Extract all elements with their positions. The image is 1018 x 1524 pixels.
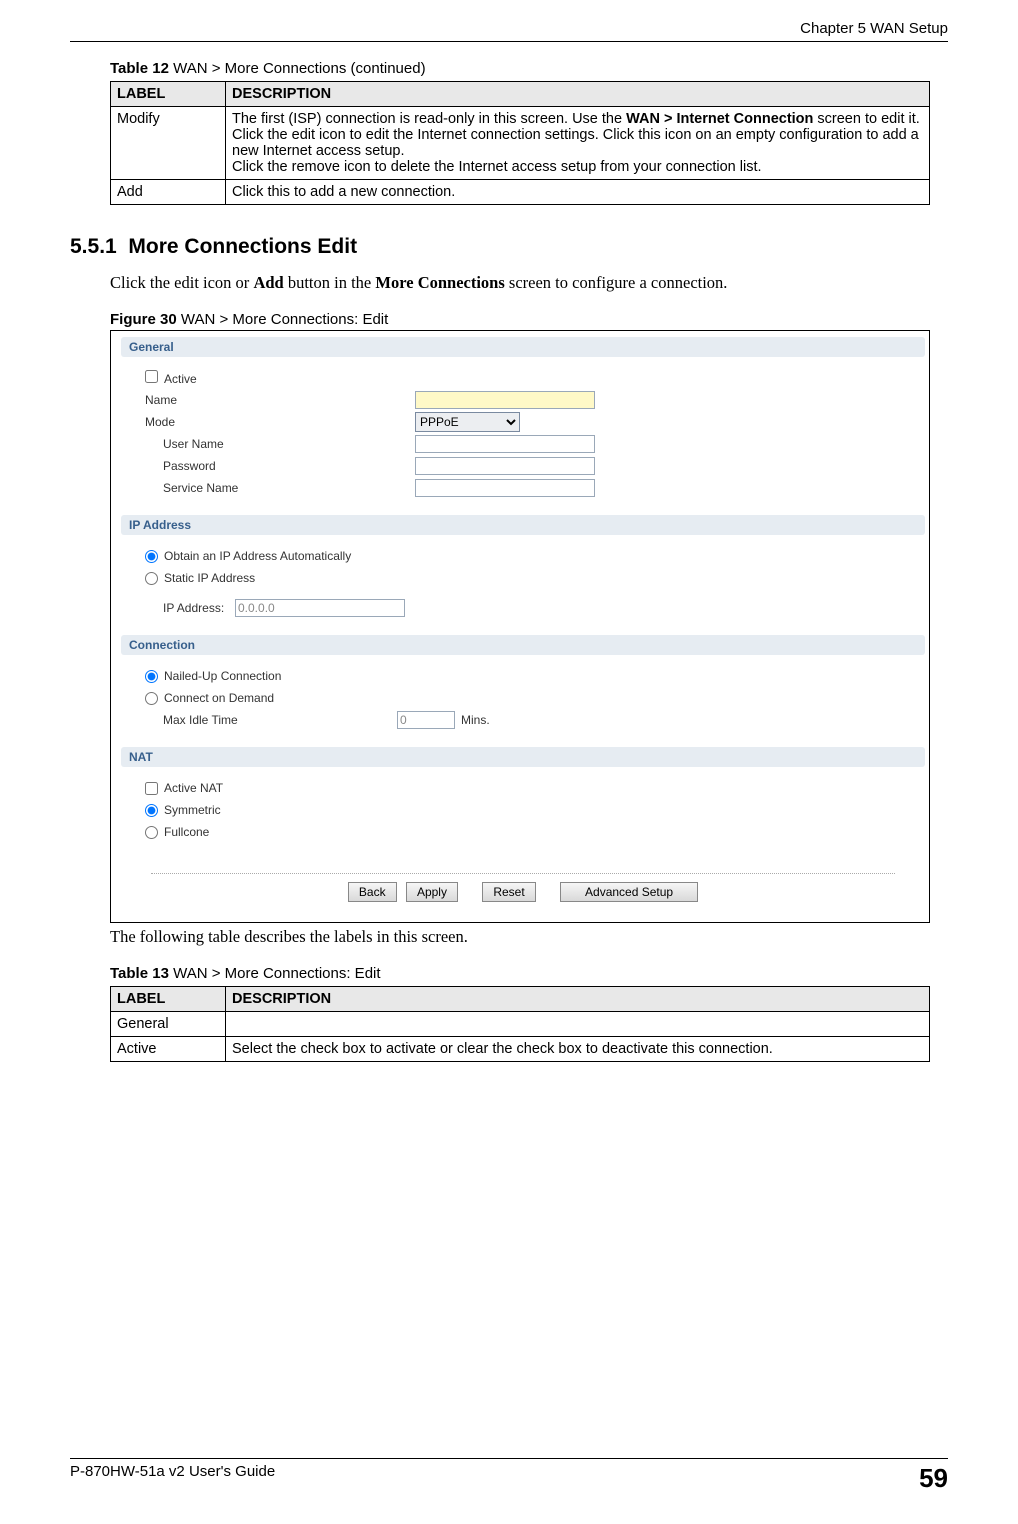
ip-static-radio[interactable]	[145, 572, 158, 585]
table13-row0-label: General	[111, 1012, 226, 1037]
table-row: Active Select the check box to activate …	[111, 1037, 930, 1062]
table12-header-row: LABEL DESCRIPTION	[111, 82, 930, 107]
section-title: More Connections Edit	[128, 235, 357, 258]
reset-button[interactable]: Reset	[482, 882, 535, 902]
advanced-setup-button[interactable]: Advanced Setup	[560, 882, 698, 902]
table-row: Modify The first (ISP) connection is rea…	[111, 107, 930, 180]
mode-label: Mode	[145, 415, 415, 429]
table13-row0-desc	[226, 1012, 930, 1037]
section-bar-nat: NAT	[121, 747, 925, 767]
table12-row1-label: Add	[111, 180, 226, 205]
section-bar-general: General	[121, 337, 925, 357]
ip-static-label: Static IP Address	[164, 571, 255, 585]
text: Click the edit icon or	[110, 273, 253, 292]
table12-row0-desc: The first (ISP) connection is read-only …	[226, 107, 930, 180]
text: Click the edit icon to edit the Internet…	[232, 127, 919, 159]
section-bar-connection: Connection	[121, 635, 925, 655]
section-intro: Click the edit icon or Add button in the…	[110, 273, 948, 293]
figure-caption: Figure 30 WAN > More Connections: Edit	[110, 311, 948, 328]
table13-header-row: LABEL DESCRIPTION	[111, 987, 930, 1012]
on-demand-label: Connect on Demand	[164, 691, 274, 705]
section-bar-ip: IP Address	[121, 515, 925, 535]
ip-auto-radio[interactable]	[145, 550, 158, 563]
footer-rule	[70, 1458, 948, 1459]
text: The first (ISP) connection is read-only …	[232, 111, 626, 127]
text: Active	[164, 372, 197, 386]
name-label: Name	[145, 393, 415, 407]
on-demand-radio[interactable]	[145, 692, 158, 705]
ip-address-input[interactable]	[235, 599, 405, 617]
table12-head-label: LABEL	[111, 82, 226, 107]
ip-auto-label: Obtain an IP Address Automatically	[164, 549, 351, 563]
page-footer: P-870HW-51a v2 User's Guide 59	[70, 1454, 948, 1494]
header-rule	[70, 41, 948, 42]
text-bold: Add	[253, 273, 283, 292]
back-button[interactable]: Back	[348, 882, 397, 902]
idle-unit-label: Mins.	[461, 713, 490, 727]
table13-head-desc: DESCRIPTION	[226, 987, 930, 1012]
active-nat-label: Active NAT	[164, 781, 223, 795]
figure-caption-rest: WAN > More Connections: Edit	[177, 311, 389, 328]
after-figure-text: The following table describes the labels…	[110, 927, 948, 947]
table12-head-desc: DESCRIPTION	[226, 82, 930, 107]
max-idle-input[interactable]	[397, 711, 455, 729]
section-heading: 5.5.1 More Connections Edit	[70, 235, 948, 259]
table13-caption-rest: WAN > More Connections: Edit	[169, 965, 381, 982]
table12-row0-label: Modify	[111, 107, 226, 180]
text: screen to edit it.	[813, 111, 919, 127]
page-number: 59	[919, 1463, 948, 1494]
name-input[interactable]	[415, 391, 595, 409]
active-nat-checkbox[interactable]	[145, 782, 158, 795]
service-name-input[interactable]	[415, 479, 595, 497]
max-idle-label: Max Idle Time	[145, 713, 397, 727]
table12-row1-desc: Click this to add a new connection.	[226, 180, 930, 205]
text-bold: WAN > Internet Connection	[626, 111, 813, 127]
table13-caption: Table 13 WAN > More Connections: Edit	[110, 965, 948, 982]
active-checkbox[interactable]	[145, 370, 158, 383]
table12-caption-num: Table 12	[110, 60, 169, 77]
table-row: Add Click this to add a new connection.	[111, 180, 930, 205]
button-row: Back Apply Reset Advanced Setup	[151, 873, 895, 902]
text: button in the	[284, 273, 376, 292]
table13-caption-num: Table 13	[110, 965, 169, 982]
figure-screenshot: General Active Name Mode PPPoE User Name…	[110, 330, 930, 923]
figure-caption-num: Figure 30	[110, 311, 177, 328]
guide-name: P-870HW-51a v2 User's Guide	[70, 1463, 275, 1494]
text: Click the remove icon to delete the Inte…	[232, 159, 762, 175]
symmetric-radio[interactable]	[145, 804, 158, 817]
table-row: General	[111, 1012, 930, 1037]
table12: LABEL DESCRIPTION Modify The first (ISP)…	[110, 81, 930, 205]
password-input[interactable]	[415, 457, 595, 475]
fullcone-label: Fullcone	[164, 825, 209, 839]
ip-address-label: IP Address:	[145, 601, 235, 615]
symmetric-label: Symmetric	[164, 803, 221, 817]
text-bold: More Connections	[375, 273, 504, 292]
table13-row1-label: Active	[111, 1037, 226, 1062]
username-label: User Name	[145, 437, 415, 451]
nailed-up-radio[interactable]	[145, 670, 158, 683]
password-label: Password	[145, 459, 415, 473]
text: screen to configure a connection.	[505, 273, 728, 292]
service-name-label: Service Name	[145, 481, 415, 495]
active-label: Active	[145, 370, 415, 386]
table12-caption: Table 12 WAN > More Connections (continu…	[110, 60, 948, 77]
mode-select[interactable]: PPPoE	[415, 412, 520, 432]
table13: LABEL DESCRIPTION General Active Select …	[110, 986, 930, 1062]
apply-button[interactable]: Apply	[406, 882, 458, 902]
username-input[interactable]	[415, 435, 595, 453]
section-number: 5.5.1	[70, 235, 117, 258]
fullcone-radio[interactable]	[145, 826, 158, 839]
nailed-up-label: Nailed-Up Connection	[164, 669, 281, 683]
table12-caption-rest: WAN > More Connections (continued)	[169, 60, 426, 77]
chapter-header: Chapter 5 WAN Setup	[70, 20, 948, 37]
table13-head-label: LABEL	[111, 987, 226, 1012]
table13-row1-desc: Select the check box to activate or clea…	[226, 1037, 930, 1062]
